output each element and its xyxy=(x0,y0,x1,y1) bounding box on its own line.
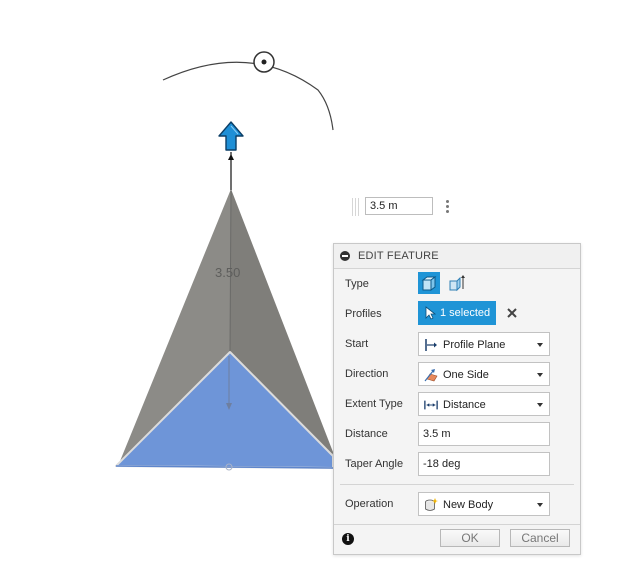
operation-label: Operation xyxy=(345,498,394,510)
distance-manipulator-tip xyxy=(228,154,234,160)
new-body-icon xyxy=(425,498,438,511)
surface-extrude-icon xyxy=(449,275,465,292)
type-row: Type xyxy=(334,269,580,299)
collapse-icon[interactable] xyxy=(340,251,350,261)
solid-extrude-icon xyxy=(421,276,437,291)
extent-type-row: Extent Type Distance xyxy=(334,389,580,419)
distance-arrow-handle-icon[interactable] xyxy=(218,121,244,151)
distance-label: Distance xyxy=(345,428,388,440)
direction-row: Direction One Side xyxy=(334,359,580,389)
taper-angle-label: Taper Angle xyxy=(345,458,404,470)
profiles-selection-button[interactable]: 1 selected xyxy=(418,301,496,325)
start-label: Start xyxy=(345,338,369,350)
start-row: Start Profile Plane xyxy=(334,329,580,359)
taper-angle-arc[interactable] xyxy=(162,61,334,131)
start-value: Profile Plane xyxy=(443,339,506,351)
direction-value: One Side xyxy=(443,369,489,381)
dialog-title: EDIT FEATURE xyxy=(358,250,439,262)
profiles-row: Profiles 1 selected xyxy=(334,299,580,329)
operation-value: New Body xyxy=(443,499,494,511)
edit-feature-dialog: EDIT FEATURE Type Profiles 1 selected St… xyxy=(333,243,581,555)
start-dropdown[interactable]: Profile Plane xyxy=(418,332,550,356)
ok-button[interactable]: OK xyxy=(440,529,500,547)
cancel-button[interactable]: Cancel xyxy=(510,529,570,547)
info-icon[interactable]: i xyxy=(342,533,354,545)
chevron-down-icon xyxy=(537,503,543,507)
distance-extent-icon xyxy=(424,400,438,410)
type-surface-button[interactable] xyxy=(446,272,468,294)
distance-row: Distance xyxy=(334,419,580,449)
type-label: Type xyxy=(345,278,369,290)
distance-dimension-label: 3.50 xyxy=(215,265,240,280)
profiles-label: Profiles xyxy=(345,308,382,320)
profile-plane-icon xyxy=(425,339,437,351)
operation-row: Operation New Body xyxy=(334,489,580,519)
more-options-icon[interactable] xyxy=(444,198,450,216)
section-divider xyxy=(340,484,574,485)
distance-input[interactable] xyxy=(418,422,550,446)
drag-grip-icon[interactable] xyxy=(352,198,360,216)
extent-type-label: Extent Type xyxy=(345,398,403,410)
chevron-down-icon xyxy=(537,373,543,377)
one-side-icon xyxy=(424,369,438,382)
footer-divider xyxy=(334,524,580,525)
taper-angle-handle[interactable] xyxy=(253,51,275,73)
extent-type-value: Distance xyxy=(443,399,486,411)
clear-selection-icon[interactable] xyxy=(505,306,519,320)
cursor-arrow-icon xyxy=(425,306,436,320)
chevron-down-icon xyxy=(537,403,543,407)
floating-distance-input xyxy=(352,196,460,218)
dialog-header[interactable]: EDIT FEATURE xyxy=(334,244,580,269)
taper-angle-row: Taper Angle xyxy=(334,449,580,479)
dialog-footer: i OK Cancel xyxy=(334,526,580,554)
taper-angle-input[interactable] xyxy=(418,452,550,476)
type-solid-button[interactable] xyxy=(418,272,440,294)
operation-dropdown[interactable]: New Body xyxy=(418,492,550,516)
floating-distance-field[interactable] xyxy=(365,197,433,215)
extent-type-dropdown[interactable]: Distance xyxy=(418,392,550,416)
direction-dropdown[interactable]: One Side xyxy=(418,362,550,386)
profiles-selection-text: 1 selected xyxy=(440,307,491,319)
chevron-down-icon xyxy=(537,343,543,347)
direction-label: Direction xyxy=(345,368,389,380)
